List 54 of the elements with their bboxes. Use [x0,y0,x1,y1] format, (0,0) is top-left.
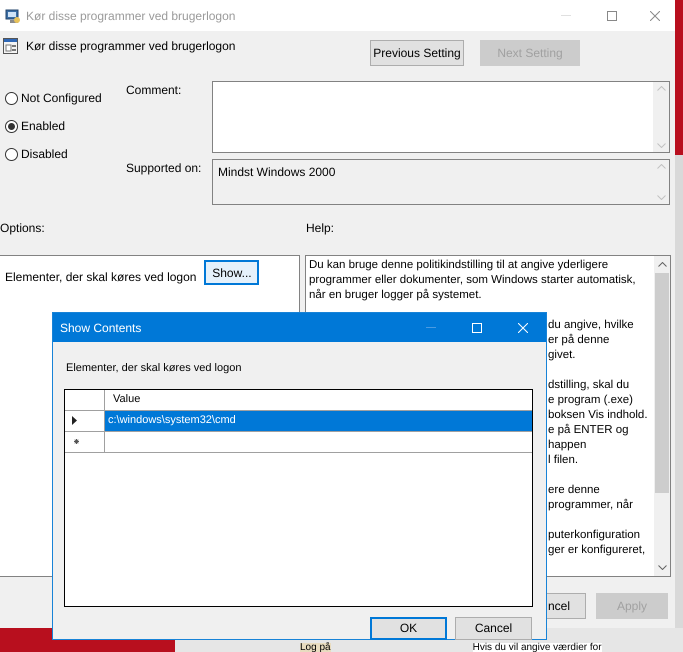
scroll-down-icon[interactable] [658,565,666,570]
supported-on-label: Supported on: [126,160,202,177]
close-icon [518,322,528,332]
scroll-up-icon[interactable] [658,262,666,267]
cancel-button[interactable]: ncel [547,593,586,619]
new-row-icon [74,439,79,444]
help-text-line: puterkonfiguration [548,528,640,543]
dialog-label: Elementer, der skal køres ved logon [66,361,242,376]
show-button[interactable]: Show... [204,260,260,285]
help-text-line: når en bruger logger på systemet. [309,288,482,303]
app-icon [5,8,21,24]
radio-button[interactable] [5,148,18,160]
comment-label: Comment: [126,83,182,97]
help-text-line: programmer eller dokumenter, som Windows starter automatisk, [309,273,636,288]
column-header: Value [112,392,142,408]
help-text-line: boksen Vis indhold. [548,408,648,423]
help-text-line: happen [548,438,586,453]
radio-label: Disabled [21,146,68,163]
maximize-icon [472,322,482,332]
help-text-line: e på ENTER og [548,423,629,438]
comment-field[interactable] [212,81,670,154]
scrollbar-thumb[interactable] [655,273,669,493]
close-icon [650,10,660,20]
minimize-icon [426,327,436,328]
policy-title: Kør disse programmer ved brugerlogon [26,38,236,55]
options-item-label: Elementer, der skal køres ved logon [5,269,196,286]
help-text-line: givet. [548,348,576,363]
previous-setting-button[interactable]: Previous Setting [370,40,464,66]
radio-label: Not Configured [21,90,102,107]
radio-button[interactable] [5,92,18,104]
help-text-line: du angive, hvilke [548,318,634,333]
help-text-line: dstilling, skal du [548,378,630,393]
help-heading: Help: [306,220,334,235]
help-text-line: er på denne [548,333,610,348]
ok-button[interactable]: OK [370,616,447,640]
window-title: Kør disse programmer ved brugerlogon [26,8,236,24]
policy-icon [3,38,18,54]
help-text-line: Du kan bruge denne politikindstilling til at angive yderligere [309,258,608,273]
background-text: Hvis du vil angive værdier for [472,643,602,652]
supported-on-value: Mindst Windows 2000 [217,164,336,182]
help-text-line: e program (.exe) [548,393,634,408]
radio-label: Enabled [21,118,66,135]
maximize-icon [607,10,617,20]
help-text-line: ere denne [548,483,600,498]
help-text-line: ger er konfigureret, [548,543,646,558]
grid-cell[interactable]: c:\windows\system32\cmd [105,410,532,430]
dialog-title: Show Contents [60,320,142,336]
cancel-button[interactable]: Cancel [455,616,532,640]
radio-button[interactable] [5,120,18,132]
help-text-line: programmer, når [548,498,634,513]
background-text: Log på [300,643,331,652]
options-heading: Options: [0,221,45,235]
scrollbar[interactable] [654,256,670,576]
help-text-line: l filen. [548,453,578,468]
